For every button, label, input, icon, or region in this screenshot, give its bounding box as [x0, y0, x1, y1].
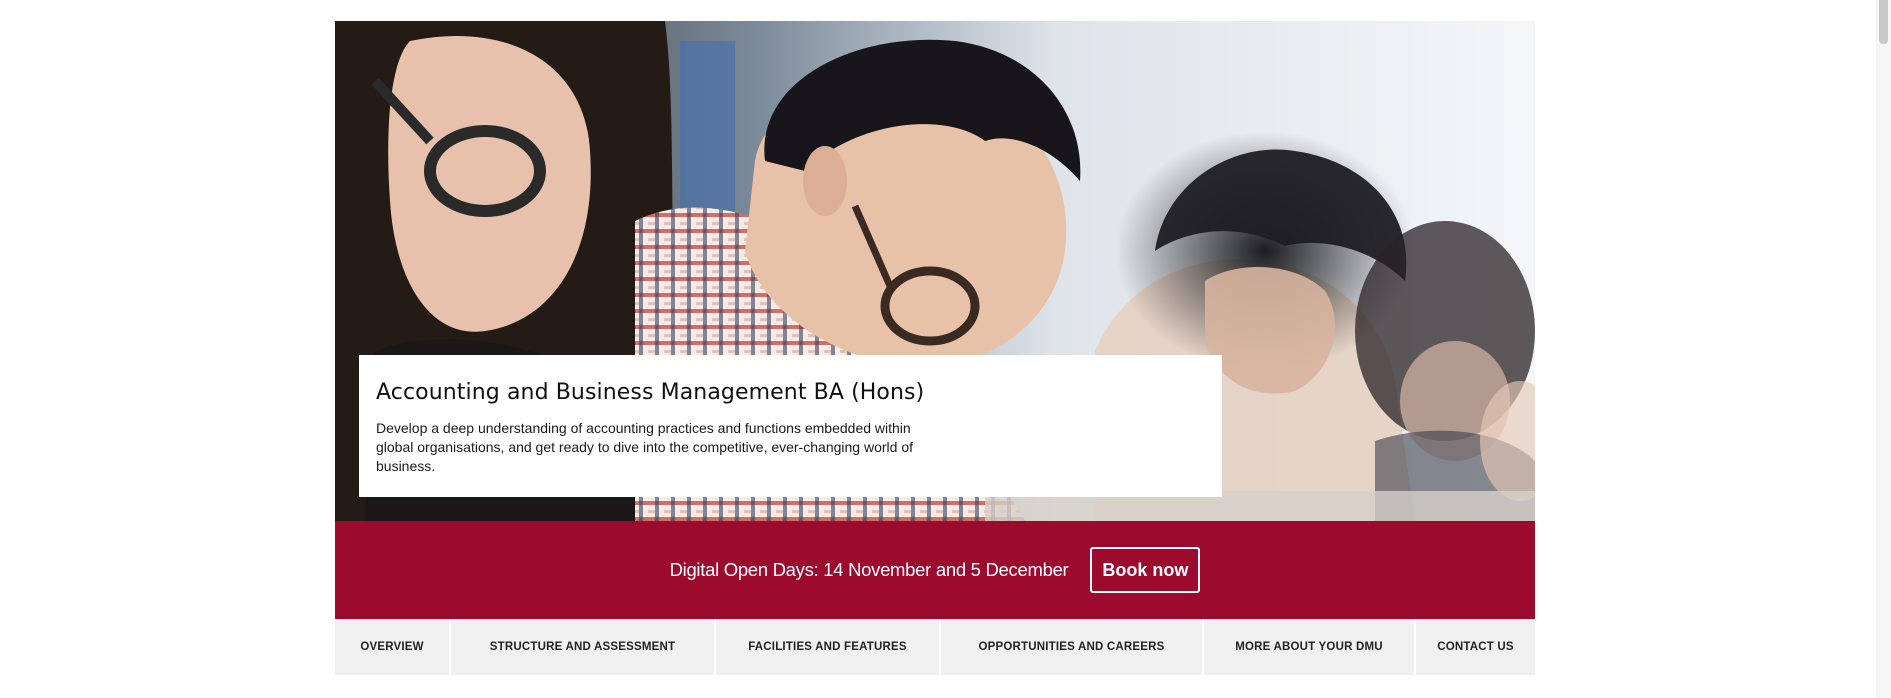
- open-days-banner: Digital Open Days: 14 November and 5 Dec…: [335, 521, 1535, 619]
- tab-facilities-and-features[interactable]: FACILITIES AND FEATURES: [716, 619, 939, 675]
- course-description: Develop a deep understanding of accounti…: [376, 420, 913, 474]
- tab-structure-and-assessment[interactable]: STRUCTURE AND ASSESSMENT: [451, 619, 714, 675]
- page: Accounting and Business Management BA (H…: [0, 0, 1891, 698]
- scrollbar-thumb[interactable]: [1879, 0, 1888, 44]
- course-tab-nav: OVERVIEW STRUCTURE AND ASSESSMENT FACILI…: [335, 619, 1535, 675]
- course-intro-card: Accounting and Business Management BA (H…: [359, 355, 1222, 497]
- hero-banner: Accounting and Business Management BA (H…: [335, 21, 1535, 521]
- book-now-button[interactable]: Book now: [1090, 547, 1201, 593]
- tab-more-about-your-dmu[interactable]: MORE ABOUT YOUR DMU: [1204, 619, 1414, 675]
- course-header: Accounting and Business Management BA (H…: [335, 21, 1535, 675]
- vertical-scrollbar[interactable]: [1876, 0, 1891, 698]
- tab-opportunities-and-careers[interactable]: OPPORTUNITIES AND CAREERS: [941, 619, 1202, 675]
- open-days-text: Digital Open Days: 14 November and 5 Dec…: [669, 559, 1069, 580]
- course-title: Accounting and Business Management BA (H…: [376, 380, 925, 405]
- tab-overview[interactable]: OVERVIEW: [335, 619, 449, 675]
- tab-contact-us[interactable]: CONTACT US: [1416, 619, 1535, 675]
